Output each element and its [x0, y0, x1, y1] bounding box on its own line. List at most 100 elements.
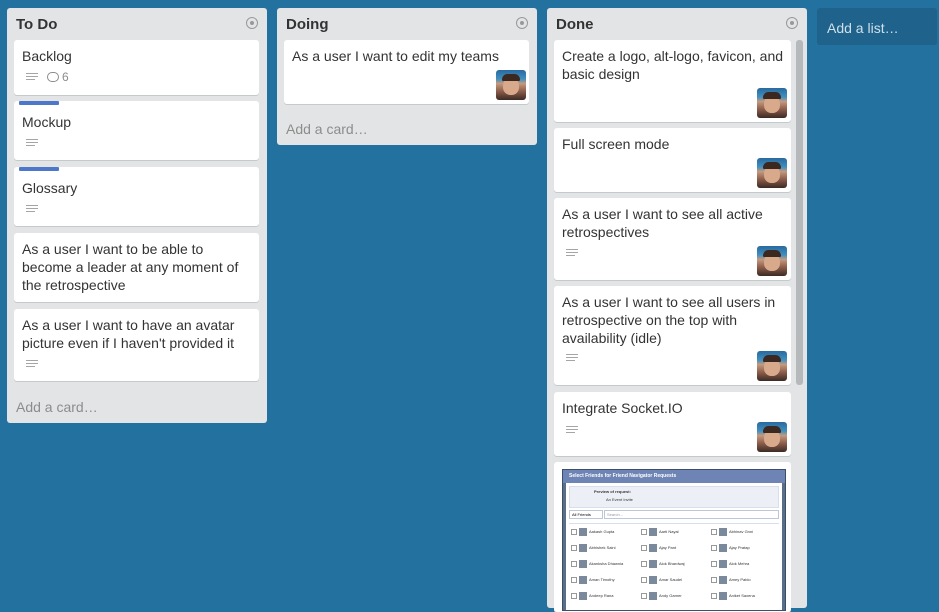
friend-photo	[579, 560, 587, 568]
description-icon	[566, 354, 578, 363]
friend-photo	[719, 544, 727, 552]
thumbnail-preview-label: Preview of request:	[594, 489, 631, 494]
checkbox-icon	[641, 545, 647, 551]
card-title: As a user I want to have an avatar pictu…	[22, 317, 235, 351]
add-list-label: Add a list…	[827, 20, 899, 36]
card-label-blue	[19, 101, 59, 105]
card-full-screen[interactable]: Full screen mode	[554, 128, 791, 192]
friend-name: Abhinav Gnni	[729, 529, 754, 535]
list-to-do: To Do Backlog 6 Mockup Glossary As a use…	[7, 8, 267, 423]
friend-photo	[649, 560, 657, 568]
member-avatar[interactable]	[757, 422, 787, 452]
friend-photo	[649, 528, 657, 536]
card-mockup[interactable]: Mockup	[14, 101, 259, 160]
card-leader-story[interactable]: As a user I want to be able to become a …	[14, 233, 259, 302]
card-title: Mockup	[22, 114, 72, 130]
thumbnail-friend-grid: Aakash Gupta Aarti Nayal Abhinav Gnni Abhis…	[569, 523, 779, 610]
member-avatar[interactable]	[757, 351, 787, 381]
list-title[interactable]: Done	[556, 16, 594, 33]
thumbnail-body: Preview of request: An Event Invite All …	[566, 483, 782, 610]
add-list-button[interactable]: Add a list…	[817, 8, 937, 45]
thumbnail-filter: All Friends	[569, 510, 603, 519]
card-attachment[interactable]: Select Friends for Friend Navigator Requ…	[554, 462, 791, 612]
friend-name: Ajay Pant	[659, 545, 677, 551]
checkbox-icon	[641, 577, 647, 583]
list-doing: Doing As a user I want to edit my teams …	[277, 8, 537, 145]
member-avatar[interactable]	[757, 88, 787, 118]
card-title: Create a logo, alt-logo, favicon, and ba…	[562, 48, 784, 82]
thumbnail-friend-item: Amey Pablo	[711, 576, 781, 588]
list-header: Done	[547, 8, 807, 40]
thumbnail-search: Search...	[604, 510, 779, 519]
member-avatar[interactable]	[757, 158, 787, 188]
card-socket-io[interactable]: Integrate Socket.IO	[554, 392, 791, 456]
thumbnail-header: Select Friends for Friend Navigator Requ…	[563, 470, 785, 483]
friend-name: Abhishek Saini	[589, 545, 616, 551]
checkbox-icon	[571, 561, 577, 567]
card-title: As a user I want to see all users in ret…	[562, 294, 776, 346]
friend-name: Ajay Pratap	[729, 545, 750, 551]
card-edit-teams[interactable]: As a user I want to edit my teams	[284, 40, 529, 104]
list-title[interactable]: Doing	[286, 16, 329, 33]
card-title: As a user I want to edit my teams	[292, 48, 499, 64]
card-title: Backlog	[22, 48, 72, 64]
friend-photo	[719, 592, 727, 600]
friend-name: Akanksha Dhawnia	[589, 561, 624, 567]
thumbnail-friend-item: Aman Timothy	[571, 576, 641, 588]
member-avatar[interactable]	[757, 246, 787, 276]
thumbnail-preview-sub: An Event Invite	[606, 497, 633, 502]
list-menu-icon[interactable]	[786, 17, 798, 29]
friend-photo	[579, 576, 587, 584]
thumbnail-friend-item: Abhishek Saini	[571, 544, 641, 556]
description-icon	[26, 73, 38, 82]
checkbox-icon	[571, 545, 577, 551]
card-users-availability[interactable]: As a user I want to see all users in ret…	[554, 286, 791, 385]
friend-name: Aakash Gupta	[589, 529, 615, 535]
friend-name: Amar Saudel	[659, 577, 683, 583]
comment-count: 6	[62, 70, 69, 84]
list-menu-icon[interactable]	[516, 17, 528, 29]
comments-badge: 6	[47, 70, 69, 84]
friend-photo	[579, 528, 587, 536]
description-icon	[26, 360, 38, 369]
description-icon	[566, 426, 578, 435]
checkbox-icon	[711, 561, 717, 567]
member-avatar[interactable]	[496, 70, 526, 100]
checkbox-icon	[711, 529, 717, 535]
card-backlog[interactable]: Backlog 6	[14, 40, 259, 95]
thumbnail-friend-item: Andy Garner	[641, 592, 711, 604]
list-scrollbar[interactable]	[796, 40, 803, 385]
card-avatar-story[interactable]: As a user I want to have an avatar pictu…	[14, 309, 259, 381]
friend-name: Alok Mehra	[729, 561, 750, 567]
friend-photo	[579, 544, 587, 552]
card-active-retros[interactable]: As a user I want to see all active retro…	[554, 198, 791, 280]
thumbnail-friend-item: Alok Mehra	[711, 560, 781, 572]
thumbnail-friend-item: Aakash Gupta	[571, 528, 641, 540]
card-label-blue	[19, 167, 59, 171]
thumbnail-friend-item: Aarti Nayal	[641, 528, 711, 540]
friend-name: Andy Garner	[659, 593, 682, 599]
attachment-thumbnail: Select Friends for Friend Navigator Requ…	[562, 469, 786, 611]
add-card-button[interactable]: Add a card…	[286, 121, 368, 137]
list-done: Done Create a logo, alt-logo, favicon, a…	[547, 8, 807, 612]
list-menu-icon[interactable]	[246, 17, 258, 29]
friend-name: Andeep Rana	[589, 593, 614, 599]
list-title[interactable]: To Do	[16, 16, 57, 33]
friend-photo	[649, 576, 657, 584]
thumbnail-friend-item: Alok Bhardwaj	[641, 560, 711, 572]
thumbnail-friend-item: Abhinav Gnni	[711, 528, 781, 540]
checkbox-icon	[571, 577, 577, 583]
card-title: Full screen mode	[562, 136, 670, 152]
friend-name: Aman Timothy	[589, 577, 615, 583]
card-title: Integrate Socket.IO	[562, 400, 683, 416]
checkbox-icon	[711, 577, 717, 583]
friend-name: Aarti Nayal	[659, 529, 679, 535]
checkbox-icon	[571, 529, 577, 535]
thumbnail-friend-item: Ajay Pratap	[711, 544, 781, 556]
friend-name: Alok Bhardwaj	[659, 561, 685, 567]
thumbnail-preview: Preview of request: An Event Invite	[569, 486, 779, 508]
checkbox-icon	[711, 593, 717, 599]
add-card-button[interactable]: Add a card…	[16, 399, 98, 415]
card-glossary[interactable]: Glossary	[14, 167, 259, 226]
card-logo-design[interactable]: Create a logo, alt-logo, favicon, and ba…	[554, 40, 791, 122]
